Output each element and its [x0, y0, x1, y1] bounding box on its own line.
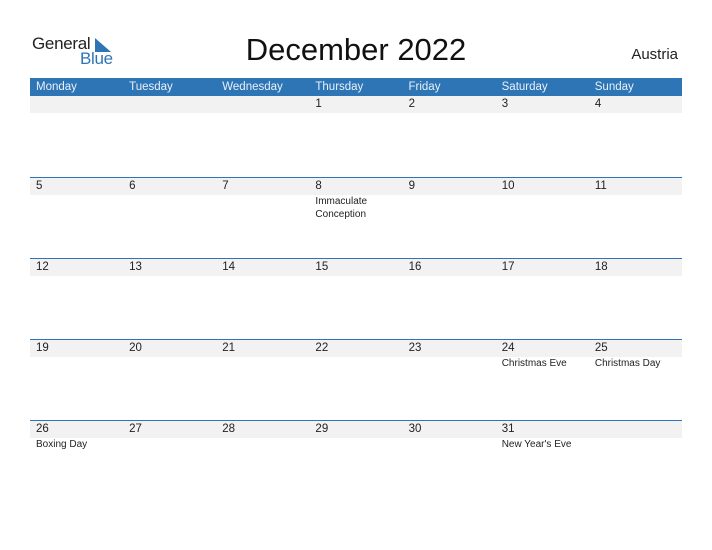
day-cell: [589, 421, 682, 502]
day-number: 24: [501, 342, 515, 354]
day-cell: 16: [403, 259, 496, 340]
weekday-header: Monday Tuesday Wednesday Thursday Friday…: [30, 78, 682, 96]
day-cell: 18: [589, 259, 682, 340]
day-number: 2: [408, 98, 415, 110]
day-number: 16: [408, 261, 422, 273]
day-number: 9: [408, 180, 415, 192]
day-number: 17: [501, 261, 515, 273]
weekday-monday: Monday: [36, 81, 77, 93]
day-number: 31: [501, 423, 515, 435]
day-cell: 25 Christmas Day: [589, 340, 682, 421]
day-number: 25: [594, 342, 608, 354]
week-row: 1 2 3 4: [30, 96, 682, 177]
week-row: 12 13 14 15 16 17 18: [30, 258, 682, 340]
day-cell: 28: [216, 421, 309, 502]
day-number: 7: [222, 180, 229, 192]
day-cell: 13: [123, 259, 216, 340]
day-number: 6: [129, 180, 136, 192]
day-number: 26: [36, 423, 49, 435]
day-number: 5: [36, 180, 43, 192]
day-cell: 24 Christmas Eve: [496, 340, 589, 421]
page-title: December 2022: [245, 32, 467, 67]
holiday-label: Christmas Day: [594, 358, 661, 369]
day-cell: 11: [589, 178, 682, 259]
day-cell: 22: [309, 340, 402, 421]
day-cell: 30: [403, 421, 496, 502]
holiday-label: Christmas Eve: [501, 358, 567, 369]
day-cell: 21: [216, 340, 309, 421]
day-cell: 2: [403, 96, 496, 177]
day-number: 14: [222, 261, 236, 273]
day-number: 3: [501, 98, 509, 110]
day-cell: 4: [589, 96, 682, 177]
day-number: 27: [129, 423, 142, 435]
day-cell: 20: [123, 340, 216, 421]
day-number: 13: [129, 261, 142, 273]
day-number: 11: [594, 180, 607, 192]
weekday-saturday: Saturday: [501, 81, 548, 93]
holiday-label: Immaculate Conception: [315, 196, 368, 220]
day-number: 19: [36, 342, 49, 354]
day-cell: 26 Boxing Day: [30, 421, 123, 502]
day-cell: 6: [123, 178, 216, 259]
weekday-tuesday: Tuesday: [129, 81, 173, 93]
day-cell: 7: [216, 178, 309, 259]
day-cell: [123, 96, 216, 177]
week-row: 5 6 7 8 Immaculate Conception 9 10 11: [30, 177, 682, 259]
day-cell: 5: [30, 178, 123, 259]
day-cell: 27: [123, 421, 216, 502]
day-number: 22: [315, 342, 329, 354]
day-number: 10: [501, 180, 515, 192]
weekday-sunday: Sunday: [594, 81, 634, 93]
day-number: 8: [315, 180, 322, 192]
day-number: 30: [408, 423, 422, 435]
day-cell: 14: [216, 259, 309, 340]
day-cell: 31 New Year's Eve: [496, 421, 589, 502]
day-cell: 9: [403, 178, 496, 259]
day-number: 20: [129, 342, 142, 354]
day-number: 21: [222, 342, 236, 354]
holiday-label: New Year's Eve: [501, 439, 572, 450]
day-cell: 17: [496, 259, 589, 340]
weekday-thursday: Thursday: [315, 81, 364, 93]
day-cell: 12: [30, 259, 123, 340]
day-cell: 10: [496, 178, 589, 259]
day-cell: 19: [30, 340, 123, 421]
week-row: 26 Boxing Day 27 28 29 30 31 New Year's Eve: [30, 420, 682, 502]
holiday-label: Boxing Day: [36, 439, 88, 450]
day-number: 28: [222, 423, 236, 435]
weekday-wednesday: Wednesday: [222, 81, 283, 93]
day-cell: 3: [496, 96, 589, 177]
day-cell: [216, 96, 309, 177]
day-cell: 15: [309, 259, 402, 340]
day-cell: 23: [403, 340, 496, 421]
day-number: 23: [408, 342, 422, 354]
day-number: 15: [315, 261, 329, 273]
week-row: 19 20 21 22 23 24 Christmas Eve 25 Christmas Day: [30, 339, 682, 421]
day-number: 4: [594, 98, 602, 110]
day-number: 1: [315, 98, 322, 110]
country-label: Austria: [631, 46, 678, 63]
weekday-friday: Friday: [408, 81, 441, 93]
day-number: 18: [594, 261, 608, 273]
day-number: 29: [315, 423, 329, 435]
day-number: 12: [36, 261, 49, 273]
day-cell: 1: [309, 96, 402, 177]
day-cell: [30, 96, 123, 177]
day-cell: 29: [309, 421, 402, 502]
day-cell: 8 Immaculate Conception: [309, 178, 402, 259]
